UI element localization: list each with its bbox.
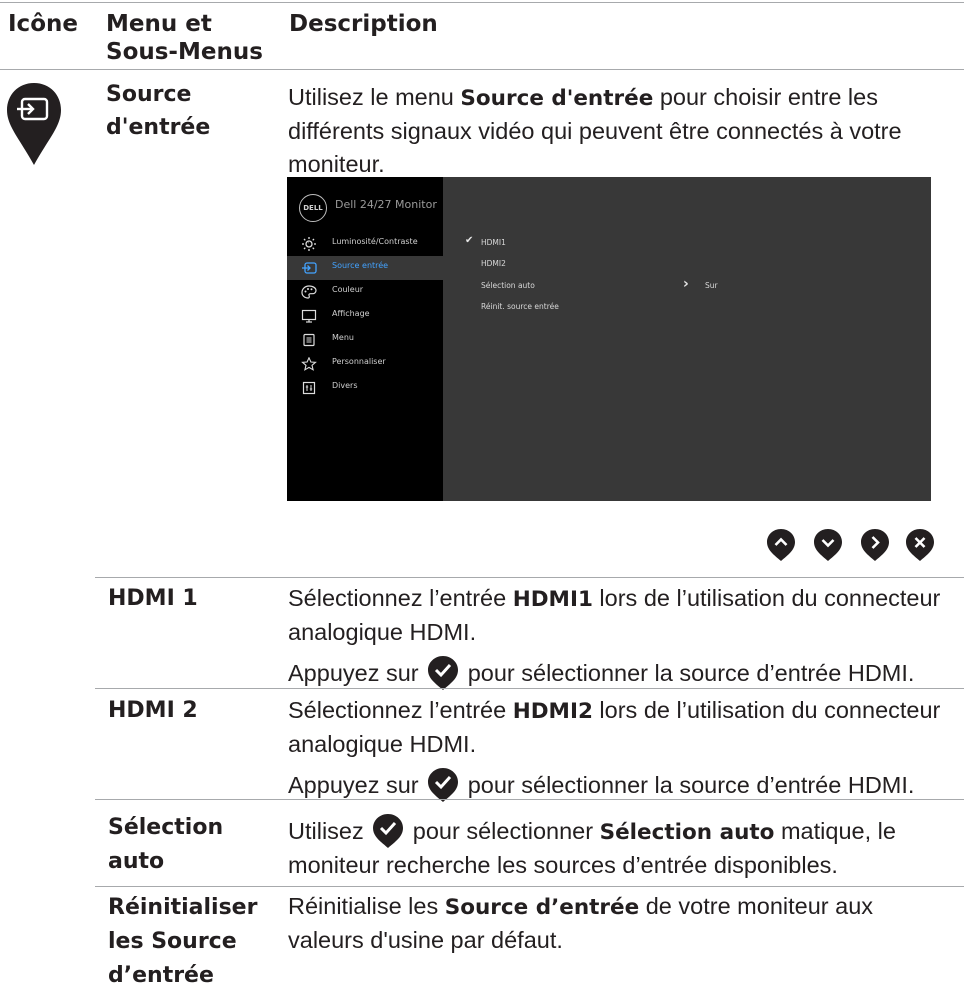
- section-description: Utilisez le menu Source d'entrée pour ch…: [288, 81, 948, 181]
- row-reset-name-line2: les Source: [108, 929, 237, 954]
- osd-option-hdmi1[interactable]: HDMI1: [481, 238, 506, 247]
- row-reset-bold: Source d’entrée: [444, 895, 640, 920]
- section-rule: [95, 577, 964, 578]
- row-reset-desc: Réinitialise les Source d’entrée de votr…: [288, 890, 898, 957]
- right-button-icon[interactable]: [860, 528, 890, 562]
- osd-item-label: Menu: [332, 333, 354, 342]
- row-auto-select-bold: Sélection auto: [599, 820, 775, 845]
- section-menu-line2: d'entrée: [106, 115, 211, 140]
- osd-item-input-source[interactable]: Source entrée: [287, 256, 443, 280]
- header-menu-line2: Sous-Menus: [106, 39, 263, 65]
- row-auto-select-name-line2: auto: [108, 849, 165, 874]
- palette-icon: [301, 285, 317, 299]
- osd-option-hdmi2[interactable]: HDMI2: [481, 259, 506, 268]
- row-hdmi2-line1-pre: Sélectionnez l’entrée: [288, 697, 513, 723]
- row-rule-1: [95, 688, 964, 689]
- row-hdmi1-line1-pre: Sélectionnez l’entrée: [288, 585, 513, 611]
- osd-item-personalize[interactable]: Personnaliser: [287, 352, 443, 376]
- row-hdmi1-line1: Sélectionnez l’entrée HDMI1 lors de l’ut…: [288, 582, 958, 649]
- row-hdmi2-line2: Appuyez sur pour sélectionner la source …: [288, 767, 958, 803]
- osd-item-others[interactable]: Divers: [287, 376, 443, 400]
- osd-option-auto-select[interactable]: Sélection auto: [481, 281, 535, 290]
- input-icon: [302, 262, 317, 274]
- row-reset-pre: Réinitialise les: [288, 893, 445, 919]
- row-hdmi2-desc: Sélectionnez l’entrée HDMI2 lors de l’ut…: [288, 694, 958, 803]
- osd-item-menu[interactable]: Menu: [287, 328, 443, 352]
- section-menu-name: Source d'entrée: [106, 78, 210, 144]
- check-icon: ✔: [465, 235, 474, 246]
- chevron-right-icon: ›: [683, 276, 689, 292]
- osd-option-reset-input[interactable]: Réinit. source entrée: [481, 302, 559, 311]
- row-hdmi2-line1: Sélectionnez l’entrée HDMI2 lors de l’ut…: [288, 694, 958, 761]
- osd-item-label: Personnaliser: [332, 357, 386, 366]
- osd-screenshot: DELL Dell 24/27 Monitor Luminosité/Contr…: [287, 177, 931, 501]
- osd-item-color[interactable]: Couleur: [287, 280, 443, 304]
- row-hdmi1-name: HDMI 1: [108, 586, 198, 611]
- row-hdmi1-line2-post: pour sélectionner la source d’entrée HDM…: [467, 660, 915, 686]
- header-rule: [0, 69, 964, 70]
- others-icon: [302, 381, 316, 395]
- section-desc-pre: Utilisez le menu: [288, 84, 461, 110]
- check-button-icon: [373, 814, 404, 848]
- osd-item-label: Affichage: [332, 309, 370, 318]
- row-reset-name: Réinitialiser les Source d’entrée: [108, 891, 257, 993]
- osd-item-brightness[interactable]: Luminosité/Contraste: [287, 232, 443, 256]
- down-button-icon[interactable]: [813, 528, 843, 562]
- osd-option-auto-select-value: Sur: [705, 281, 718, 290]
- osd-item-label: Couleur: [332, 285, 364, 294]
- header-menu: Menu et Sous-Menus: [106, 10, 263, 66]
- table-top-rule: [0, 2, 964, 3]
- osd-item-label: Source entrée: [332, 261, 389, 270]
- osd-item-display[interactable]: Affichage: [287, 304, 443, 328]
- osd-item-label: Luminosité/Contraste: [332, 237, 418, 246]
- check-button-icon: [428, 656, 459, 690]
- row-hdmi1-line2: Appuyez sur pour sélectionner la source …: [288, 655, 958, 691]
- check-button-icon: [428, 768, 459, 802]
- row-reset-name-line1: Réinitialiser: [108, 895, 258, 920]
- header-menu-line1: Menu et: [106, 11, 212, 37]
- row-hdmi2-line2-post: pour sélectionner la source d’entrée HDM…: [467, 772, 915, 798]
- header-description: Description: [289, 11, 438, 37]
- row-auto-select-desc: Utilisez pour sélectionner Sélection aut…: [288, 813, 958, 882]
- brightness-icon: [302, 237, 316, 251]
- star-icon: [301, 357, 317, 371]
- menu-icon: [303, 333, 315, 347]
- section-menu-line1: Source: [106, 82, 192, 107]
- row-hdmi1-line2-pre: Appuyez sur: [288, 660, 419, 686]
- dell-logo: DELL: [299, 194, 327, 222]
- row-hdmi2-name: HDMI 2: [108, 698, 198, 723]
- exit-button-icon[interactable]: [905, 528, 935, 562]
- row-rule-3: [95, 886, 964, 887]
- row-auto-select-name-line1: Sélection: [108, 815, 224, 840]
- row-auto-select-name: Sélection auto: [108, 811, 223, 879]
- row-hdmi2-line2-pre: Appuyez sur: [288, 772, 419, 798]
- row-hdmi1-line1-bold: HDMI1: [512, 587, 593, 612]
- osd-title: Dell 24/27 Monitor: [335, 198, 437, 211]
- input-source-icon: [7, 83, 61, 165]
- row-auto-select-mid: pour sélectionner: [412, 818, 600, 844]
- row-hdmi2-line1-bold: HDMI2: [512, 699, 593, 724]
- display-icon: [301, 309, 317, 323]
- row-reset-name-line3: d’entrée: [108, 963, 214, 988]
- row-auto-select-pre: Utilisez: [288, 818, 364, 844]
- section-desc-bold: Source d'entrée: [460, 86, 654, 111]
- row-rule-2: [95, 799, 964, 800]
- row-hdmi1-desc: Sélectionnez l’entrée HDMI1 lors de l’ut…: [288, 582, 958, 691]
- header-icon: Icône: [8, 11, 78, 37]
- up-button-icon[interactable]: [766, 528, 796, 562]
- osd-item-label: Divers: [332, 381, 358, 390]
